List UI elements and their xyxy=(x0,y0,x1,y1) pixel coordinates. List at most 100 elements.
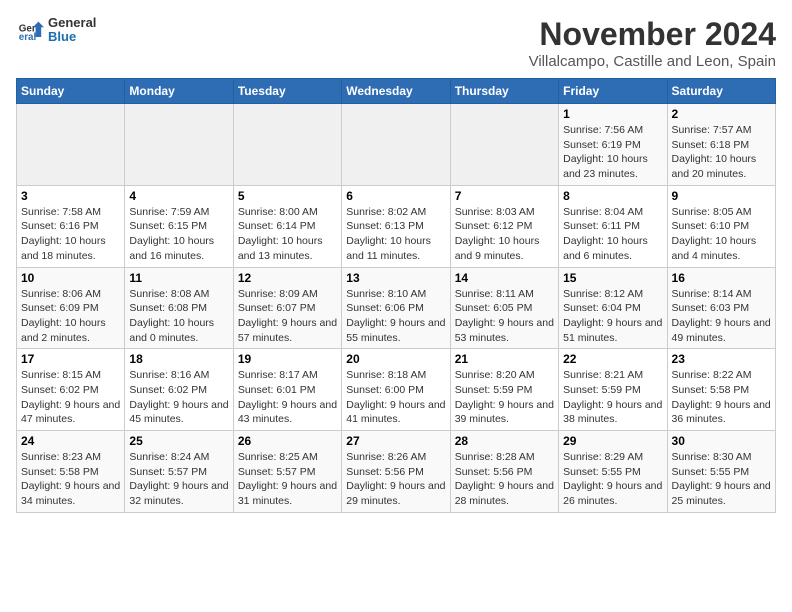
calendar-week-1: 1Sunrise: 7:56 AM Sunset: 6:19 PM Daylig… xyxy=(17,104,776,186)
day-info: Sunrise: 8:12 AM Sunset: 6:04 PM Dayligh… xyxy=(563,287,662,346)
day-info: Sunrise: 8:17 AM Sunset: 6:01 PM Dayligh… xyxy=(238,368,337,427)
day-info: Sunrise: 8:30 AM Sunset: 5:55 PM Dayligh… xyxy=(672,450,771,509)
calendar-cell: 7Sunrise: 8:03 AM Sunset: 6:12 PM Daylig… xyxy=(450,185,558,267)
day-info: Sunrise: 8:10 AM Sunset: 6:06 PM Dayligh… xyxy=(346,287,445,346)
calendar-cell: 24Sunrise: 8:23 AM Sunset: 5:58 PM Dayli… xyxy=(17,431,125,513)
calendar-cell: 22 Sunrise: 8:21 AM Sunset: 5:59 PM Dayli… xyxy=(559,349,667,431)
day-number: 14 xyxy=(455,271,554,285)
calendar-cell: 4Sunrise: 7:59 AM Sunset: 6:15 PM Daylig… xyxy=(125,185,233,267)
page-subtitle: Villalcampo, Castille and Leon, Spain xyxy=(529,53,776,70)
day-info: Sunrise: 8:02 AM Sunset: 6:13 PM Dayligh… xyxy=(346,205,445,264)
calendar-cell xyxy=(342,104,450,186)
day-number: 22 xyxy=(563,352,662,366)
page-title: November 2024 xyxy=(529,16,776,53)
day-info: Sunrise: 8:26 AM Sunset: 5:56 PM Dayligh… xyxy=(346,450,445,509)
day-number: 10 xyxy=(21,271,120,285)
day-info: Sunrise: 8:15 AM Sunset: 6:02 PM Dayligh… xyxy=(21,368,120,427)
calendar-cell: 29 Sunrise: 8:29 AM Sunset: 5:55 PM Dayli… xyxy=(559,431,667,513)
day-number: 30 xyxy=(672,434,771,448)
col-header-thursday: Thursday xyxy=(450,79,558,104)
calendar-cell: 26 Sunrise: 8:25 AM Sunset: 5:57 PM Dayli… xyxy=(233,431,341,513)
calendar-week-5: 24Sunrise: 8:23 AM Sunset: 5:58 PM Dayli… xyxy=(17,431,776,513)
calendar-cell: 14Sunrise: 8:11 AM Sunset: 6:05 PM Dayli… xyxy=(450,267,558,349)
day-number: 27 xyxy=(346,434,445,448)
day-number: 11 xyxy=(129,271,228,285)
col-header-saturday: Saturday xyxy=(667,79,775,104)
day-number: 29 xyxy=(563,434,662,448)
svg-text:eral: eral xyxy=(19,32,37,43)
day-number: 6 xyxy=(346,189,445,203)
day-number: 2 xyxy=(672,107,771,121)
calendar-week-2: 3 Sunrise: 7:58 AM Sunset: 6:16 PM Daylig… xyxy=(17,185,776,267)
calendar-cell: 28 Sunrise: 8:28 AM Sunset: 5:56 PM Dayli… xyxy=(450,431,558,513)
day-number: 9 xyxy=(672,189,771,203)
calendar-cell: 18 Sunrise: 8:16 AM Sunset: 6:02 PM Dayli… xyxy=(125,349,233,431)
calendar-cell: 17 Sunrise: 8:15 AM Sunset: 6:02 PM Dayli… xyxy=(17,349,125,431)
day-info: Sunrise: 8:29 AM Sunset: 5:55 PM Dayligh… xyxy=(563,450,662,509)
day-info: Sunrise: 8:04 AM Sunset: 6:11 PM Dayligh… xyxy=(563,205,662,264)
day-info: Sunrise: 8:23 AM Sunset: 5:58 PM Dayligh… xyxy=(21,450,120,509)
day-number: 25 xyxy=(129,434,228,448)
day-number: 19 xyxy=(238,352,337,366)
calendar-header-row: SundayMondayTuesdayWednesdayThursdayFrid… xyxy=(17,79,776,104)
calendar-cell: 16Sunrise: 8:14 AM Sunset: 6:03 PM Dayli… xyxy=(667,267,775,349)
calendar-cell: 9 Sunrise: 8:05 AM Sunset: 6:10 PM Daylig… xyxy=(667,185,775,267)
col-header-wednesday: Wednesday xyxy=(342,79,450,104)
calendar-cell: 27 Sunrise: 8:26 AM Sunset: 5:56 PM Dayli… xyxy=(342,431,450,513)
calendar-table: SundayMondayTuesdayWednesdayThursdayFrid… xyxy=(16,78,776,513)
day-info: Sunrise: 8:16 AM Sunset: 6:02 PM Dayligh… xyxy=(129,368,228,427)
calendar-cell: 25 Sunrise: 8:24 AM Sunset: 5:57 PM Dayli… xyxy=(125,431,233,513)
title-block: November 2024 Villalcampo, Castille and … xyxy=(529,16,776,70)
day-number: 23 xyxy=(672,352,771,366)
col-header-monday: Monday xyxy=(125,79,233,104)
day-info: Sunrise: 7:59 AM Sunset: 6:15 PM Dayligh… xyxy=(129,205,228,264)
day-info: Sunrise: 8:24 AM Sunset: 5:57 PM Dayligh… xyxy=(129,450,228,509)
logo-icon: Gen eral xyxy=(16,16,44,44)
day-info: Sunrise: 8:18 AM Sunset: 6:00 PM Dayligh… xyxy=(346,368,445,427)
logo-text: General Blue xyxy=(48,16,96,45)
day-info: Sunrise: 7:58 AM Sunset: 6:16 PM Dayligh… xyxy=(21,205,120,264)
day-number: 20 xyxy=(346,352,445,366)
day-info: Sunrise: 8:25 AM Sunset: 5:57 PM Dayligh… xyxy=(238,450,337,509)
calendar-cell: 23 Sunrise: 8:22 AM Sunset: 5:58 PM Dayli… xyxy=(667,349,775,431)
logo: Gen eral General Blue xyxy=(16,16,96,45)
calendar-cell: 19 Sunrise: 8:17 AM Sunset: 6:01 PM Dayli… xyxy=(233,349,341,431)
day-info: Sunrise: 7:56 AM Sunset: 6:19 PM Dayligh… xyxy=(563,123,662,182)
day-number: 5 xyxy=(238,189,337,203)
day-number: 26 xyxy=(238,434,337,448)
calendar-cell: 10 Sunrise: 8:06 AM Sunset: 6:09 PM Dayli… xyxy=(17,267,125,349)
calendar-cell xyxy=(17,104,125,186)
day-info: Sunrise: 8:00 AM Sunset: 6:14 PM Dayligh… xyxy=(238,205,337,264)
day-info: Sunrise: 8:08 AM Sunset: 6:08 PM Dayligh… xyxy=(129,287,228,346)
calendar-cell: 11 Sunrise: 8:08 AM Sunset: 6:08 PM Dayli… xyxy=(125,267,233,349)
col-header-tuesday: Tuesday xyxy=(233,79,341,104)
day-number: 18 xyxy=(129,352,228,366)
day-info: Sunrise: 8:05 AM Sunset: 6:10 PM Dayligh… xyxy=(672,205,771,264)
calendar-cell: 1Sunrise: 7:56 AM Sunset: 6:19 PM Daylig… xyxy=(559,104,667,186)
calendar-cell xyxy=(450,104,558,186)
day-number: 3 xyxy=(21,189,120,203)
day-info: Sunrise: 8:06 AM Sunset: 6:09 PM Dayligh… xyxy=(21,287,120,346)
calendar-cell: 6 Sunrise: 8:02 AM Sunset: 6:13 PM Daylig… xyxy=(342,185,450,267)
page-header: Gen eral General Blue November 2024 Vill… xyxy=(16,16,776,70)
calendar-cell: 20 Sunrise: 8:18 AM Sunset: 6:00 PM Dayli… xyxy=(342,349,450,431)
calendar-cell: 13Sunrise: 8:10 AM Sunset: 6:06 PM Dayli… xyxy=(342,267,450,349)
day-number: 7 xyxy=(455,189,554,203)
calendar-cell: 3 Sunrise: 7:58 AM Sunset: 6:16 PM Daylig… xyxy=(17,185,125,267)
day-number: 12 xyxy=(238,271,337,285)
day-number: 28 xyxy=(455,434,554,448)
day-info: Sunrise: 8:28 AM Sunset: 5:56 PM Dayligh… xyxy=(455,450,554,509)
day-info: Sunrise: 8:22 AM Sunset: 5:58 PM Dayligh… xyxy=(672,368,771,427)
col-header-sunday: Sunday xyxy=(17,79,125,104)
calendar-cell: 2Sunrise: 7:57 AM Sunset: 6:18 PM Daylig… xyxy=(667,104,775,186)
logo-blue: Blue xyxy=(48,30,96,44)
day-number: 16 xyxy=(672,271,771,285)
calendar-cell: 5 Sunrise: 8:00 AM Sunset: 6:14 PM Daylig… xyxy=(233,185,341,267)
calendar-cell: 15 Sunrise: 8:12 AM Sunset: 6:04 PM Dayli… xyxy=(559,267,667,349)
day-info: Sunrise: 8:21 AM Sunset: 5:59 PM Dayligh… xyxy=(563,368,662,427)
calendar-cell: 21Sunrise: 8:20 AM Sunset: 5:59 PM Dayli… xyxy=(450,349,558,431)
calendar-cell xyxy=(233,104,341,186)
day-number: 17 xyxy=(21,352,120,366)
day-number: 15 xyxy=(563,271,662,285)
col-header-friday: Friday xyxy=(559,79,667,104)
